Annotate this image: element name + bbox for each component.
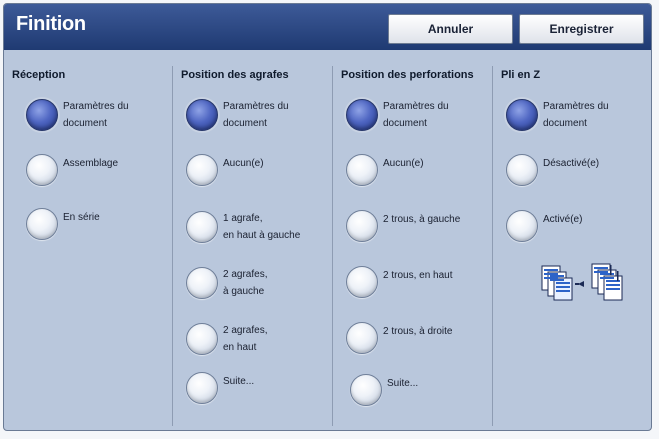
radio-selected xyxy=(186,99,218,131)
z-fold-pages-icon xyxy=(541,263,623,301)
radio-unselected xyxy=(26,208,58,240)
cancel-button[interactable]: Annuler xyxy=(388,14,513,44)
option-label: 2 agrafes, xyxy=(223,269,268,280)
option-label: En série xyxy=(63,211,100,223)
reception-option-collated[interactable]: Assemblage xyxy=(26,154,118,186)
radio-unselected xyxy=(186,154,218,186)
option-label: Aucun(e) xyxy=(383,157,424,169)
option-label: Assemblage xyxy=(63,157,119,169)
punch-option-none[interactable]: Aucun(e) xyxy=(346,154,424,186)
radio-unselected xyxy=(506,210,538,242)
reception-option-uncollated[interactable]: En série xyxy=(26,208,100,240)
staple-option-more[interactable]: Suite... xyxy=(186,372,254,404)
option-label: 2 trous, en haut xyxy=(383,269,453,281)
option-label: Paramètres du xyxy=(543,101,609,112)
save-button[interactable]: Enregistrer xyxy=(519,14,644,44)
option-label: Suite... xyxy=(387,377,419,389)
option-label: document xyxy=(223,118,267,129)
option-label: Aucun(e) xyxy=(223,157,264,169)
radio-unselected xyxy=(186,323,218,355)
option-label: Désactivé(e) xyxy=(543,157,600,169)
option-label: en haut xyxy=(223,342,257,353)
punch-position-section: Position des perforations Paramètres du … xyxy=(332,50,492,430)
staple-position-section: Position des agrafes Paramètres du docum… xyxy=(172,50,332,430)
option-label: 2 trous, à gauche xyxy=(383,213,461,225)
option-label: document xyxy=(63,118,107,129)
reception-option-document-settings[interactable]: Paramètres du document xyxy=(26,98,129,132)
option-label: en haut à gauche xyxy=(223,230,301,241)
radio-selected xyxy=(26,99,58,131)
radio-unselected xyxy=(346,322,378,354)
staple-option-none[interactable]: Aucun(e) xyxy=(186,154,264,186)
radio-unselected xyxy=(186,372,218,404)
option-label: à gauche xyxy=(223,286,265,297)
option-label: Paramètres du xyxy=(223,101,289,112)
reception-section: Réception Paramètres du document Assembl… xyxy=(4,50,172,430)
z-fold-section: Pli en Z Paramètres du document Désactiv… xyxy=(492,50,651,430)
staple-option-2-left[interactable]: 2 agrafes, à gauche xyxy=(186,266,267,300)
punch-option-2-left[interactable]: 2 trous, à gauche xyxy=(346,210,460,242)
radio-unselected xyxy=(26,154,58,186)
option-label: Paramètres du xyxy=(63,101,129,112)
punch-option-2-top[interactable]: 2 trous, en haut xyxy=(346,266,453,298)
staple-option-2-top[interactable]: 2 agrafes, en haut xyxy=(186,322,267,356)
radio-unselected xyxy=(346,154,378,186)
staple-option-document-settings[interactable]: Paramètres du document xyxy=(186,98,289,132)
z-fold-option-off[interactable]: Désactivé(e) xyxy=(506,154,599,186)
radio-unselected xyxy=(346,266,378,298)
title-bar: Finition Annuler Enregistrer xyxy=(4,4,651,50)
radio-unselected xyxy=(506,154,538,186)
finishing-window: Finition Annuler Enregistrer Réception P… xyxy=(3,3,652,431)
staple-position-title: Position des agrafes xyxy=(181,69,289,81)
option-label: Paramètres du xyxy=(383,101,449,112)
option-label: 1 agrafe, xyxy=(223,213,263,224)
option-label: Activé(e) xyxy=(543,213,583,225)
punch-option-2-right[interactable]: 2 trous, à droite xyxy=(346,322,452,354)
punch-option-more[interactable]: Suite... xyxy=(350,374,418,406)
z-fold-title: Pli en Z xyxy=(501,69,541,81)
option-label: document xyxy=(383,118,427,129)
option-label: 2 trous, à droite xyxy=(383,325,453,337)
option-label: document xyxy=(543,118,587,129)
page-title: Finition xyxy=(16,13,86,35)
radio-selected xyxy=(346,99,378,131)
reception-title: Réception xyxy=(12,69,66,81)
radio-unselected xyxy=(350,374,382,406)
z-fold-option-on[interactable]: Activé(e) xyxy=(506,210,582,242)
staple-option-1-top-left[interactable]: 1 agrafe, en haut à gauche xyxy=(186,210,300,244)
punch-option-document-settings[interactable]: Paramètres du document xyxy=(346,98,449,132)
z-fold-option-document-settings[interactable]: Paramètres du document xyxy=(506,98,609,132)
radio-unselected xyxy=(346,210,378,242)
punch-position-title: Position des perforations xyxy=(341,69,474,81)
option-label: 2 agrafes, xyxy=(223,325,268,336)
radio-selected xyxy=(506,99,538,131)
radio-unselected xyxy=(186,267,218,299)
radio-unselected xyxy=(186,211,218,243)
option-label: Suite... xyxy=(223,375,255,387)
